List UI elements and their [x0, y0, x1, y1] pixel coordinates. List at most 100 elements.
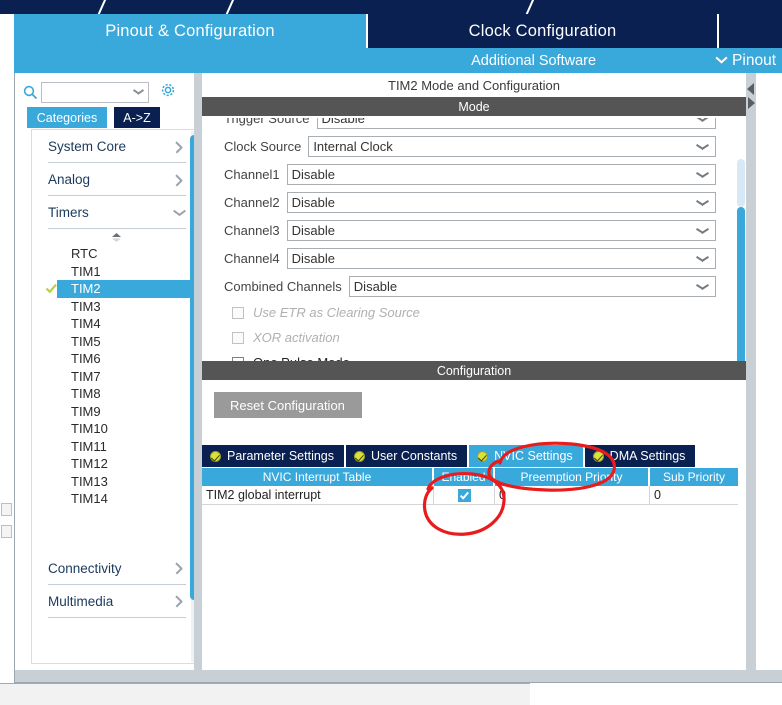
- sidebar-item-tim8[interactable]: TIM8: [32, 385, 200, 403]
- nvic-column-header-sub-priority[interactable]: Sub Priority: [650, 468, 738, 486]
- top-banner: [0, 0, 782, 14]
- sidebar-item-tim11[interactable]: TIM11: [32, 438, 200, 456]
- sidebar-tab-categories[interactable]: Categories: [27, 107, 107, 128]
- nvic-column-header-preemption-priority[interactable]: Preemption Priority: [495, 468, 650, 486]
- field-combobox-clock-source[interactable]: Internal Clock: [308, 135, 716, 157]
- field-value-channel4: Disable: [291, 250, 336, 266]
- field-combobox-trigger-source[interactable]: Disable: [316, 118, 716, 129]
- sidebar-item-label: TIM9: [71, 403, 101, 419]
- checkbox-label-one-pulse-mode: One Pulse Mode: [253, 355, 350, 361]
- field-combobox-channel2[interactable]: Disable: [286, 191, 716, 213]
- table-row[interactable]: TIM2 global interrupt 0 0: [202, 486, 738, 505]
- sidebar-item-label: TIM7: [71, 368, 101, 384]
- checkbox-row-use-etr-clearing-source[interactable]: Use ETR as Clearing Source: [202, 300, 746, 325]
- component-sidebar: Categories A->Z System Core Analog Timer…: [15, 73, 201, 670]
- checkbox-row-xor-activation[interactable]: XOR activation: [202, 325, 746, 350]
- sidebar-item-timers-label: Timers: [48, 205, 89, 220]
- tab-pinout-configuration[interactable]: Pinout & Configuration: [14, 14, 366, 48]
- search-icon: [19, 85, 41, 100]
- reset-configuration-button[interactable]: Reset Configuration: [214, 392, 362, 418]
- sidebar-item-tim12[interactable]: TIM12: [32, 455, 200, 473]
- chevron-right-icon: [174, 174, 186, 186]
- sidebar-item-rtc[interactable]: RTC: [32, 245, 200, 263]
- tab-user-constants[interactable]: User Constants: [346, 445, 470, 467]
- field-value-clock-source: Internal Clock: [313, 138, 393, 154]
- sidebar-item-system-core[interactable]: System Core: [48, 130, 186, 163]
- sidebar-item-multimedia[interactable]: Multimedia: [48, 585, 186, 618]
- sidebar-item-label: TIM13: [71, 473, 108, 489]
- chevron-right-icon: [174, 141, 186, 153]
- field-combobox-combined-channels[interactable]: Disable: [348, 275, 716, 297]
- field-label-channel3: Channel3: [224, 222, 280, 238]
- chevron-left-icon[interactable]: [747, 83, 754, 95]
- status-ok-icon: [354, 450, 365, 462]
- mode-scrollbar-thumb[interactable]: [737, 207, 745, 361]
- sidebar-item-tim10[interactable]: TIM10: [32, 420, 200, 438]
- additional-software-link[interactable]: Additional Software: [471, 53, 596, 69]
- field-row-combined-channels: Combined Channels Disable: [202, 272, 746, 300]
- nvic-column-header-name[interactable]: NVIC Interrupt Table: [202, 468, 434, 486]
- sidebar-item-tim1[interactable]: TIM1: [32, 263, 200, 281]
- nvic-row-preemption-priority[interactable]: 0: [495, 486, 650, 504]
- right-gutter: [746, 73, 782, 670]
- page-title: TIM2 Mode and Configuration: [202, 73, 746, 97]
- checkbox-use-etr-clearing-source[interactable]: [232, 306, 244, 319]
- field-combobox-channel3[interactable]: Disable: [286, 219, 716, 241]
- field-combobox-channel4[interactable]: Disable: [286, 247, 716, 269]
- sidebar-item-tim4[interactable]: TIM4: [32, 315, 200, 333]
- sidebar-item-system-core-label: System Core: [48, 139, 127, 154]
- sidebar-item-tim6[interactable]: TIM6: [32, 350, 200, 368]
- chevron-down-icon: [696, 228, 707, 236]
- nvic-interrupt-table: NVIC Interrupt Table Enabled Preemption …: [202, 468, 738, 505]
- check-icon: [45, 282, 58, 298]
- nvic-row-name: TIM2 global interrupt: [202, 486, 434, 504]
- sidebar-item-timers[interactable]: Timers: [48, 196, 186, 229]
- sidebar-item-tim3[interactable]: TIM3: [32, 298, 200, 316]
- tab-dma-settings[interactable]: DMA Settings: [584, 445, 698, 467]
- timer-peripheral-list: RTC TIM1 TIM2 TIM3 TIM4 TIM5 TIM6 TIM7 TIM8 TIM9 T…: [32, 245, 200, 508]
- sidebar-item-connectivity-label: Connectivity: [48, 560, 122, 576]
- nvic-row-sub-priority[interactable]: 0: [650, 486, 738, 504]
- tab-nvic-settings[interactable]: NVIC Settings: [469, 445, 585, 467]
- chevron-right-icon[interactable]: [748, 97, 755, 109]
- panel-collapse-arrows[interactable]: [746, 83, 758, 117]
- sidebar-item-tim9[interactable]: TIM9: [32, 403, 200, 421]
- configuration-tabs: Parameter Settings User Constants NVIC S…: [202, 445, 738, 467]
- tab-third[interactable]: [719, 14, 782, 48]
- gear-icon[interactable]: [160, 82, 176, 103]
- sidebar-item-tim7[interactable]: TIM7: [32, 368, 200, 386]
- sidebar-item-tim13[interactable]: TIM13: [32, 473, 200, 491]
- nvic-enabled-checkbox[interactable]: [457, 488, 471, 502]
- configuration-section-header: Configuration: [202, 361, 746, 380]
- pinout-dropdown[interactable]: Pinout: [716, 52, 776, 70]
- tab-parameter-settings[interactable]: Parameter Settings: [202, 445, 346, 467]
- sidebar-item-tim2[interactable]: TIM2: [45, 280, 193, 298]
- mode-scrollbar-thumb-top[interactable]: [737, 159, 745, 207]
- sidebar-tab-az[interactable]: A->Z: [114, 107, 160, 128]
- field-combobox-channel1[interactable]: Disable: [286, 163, 716, 185]
- configuration-panel: TIM2 Mode and Configuration Mode Trigger…: [202, 73, 746, 670]
- tab-user-constants-label: User Constants: [371, 449, 458, 463]
- field-label-channel4: Channel4: [224, 250, 280, 266]
- chevron-down-icon[interactable]: [133, 89, 143, 97]
- sidebar-item-analog[interactable]: Analog: [48, 163, 186, 196]
- sidebar-item-analog-label: Analog: [48, 172, 91, 187]
- list-scroll-up-spinner[interactable]: [32, 229, 200, 245]
- search-input[interactable]: [42, 83, 128, 101]
- checkbox-row-one-pulse-mode[interactable]: One Pulse Mode: [202, 350, 746, 361]
- sidebar-item-connectivity[interactable]: Connectivity: [48, 552, 186, 585]
- sidebar-item-tim5[interactable]: TIM5: [32, 333, 200, 351]
- sidebar-category-list: System Core Analog Timers RTC TIM1 TIM2 TIM…: [31, 129, 200, 664]
- tab-pinout-configuration-label: Pinout & Configuration: [105, 21, 275, 40]
- tab-clock-configuration-label: Clock Configuration: [468, 21, 617, 40]
- checkbox-one-pulse-mode[interactable]: [232, 356, 244, 361]
- nvic-row-enabled-cell[interactable]: [434, 486, 495, 504]
- nvic-column-header-enabled[interactable]: Enabled: [434, 468, 495, 486]
- search-combobox[interactable]: [41, 81, 149, 103]
- tab-clock-configuration[interactable]: Clock Configuration: [368, 14, 717, 48]
- mode-scrollbar-track[interactable]: [736, 159, 746, 361]
- sidebar-item-label: TIM11: [71, 438, 107, 454]
- checkbox-xor-activation[interactable]: [232, 331, 244, 344]
- status-ok-icon: [210, 450, 221, 462]
- sidebar-item-tim14[interactable]: TIM14: [32, 490, 200, 508]
